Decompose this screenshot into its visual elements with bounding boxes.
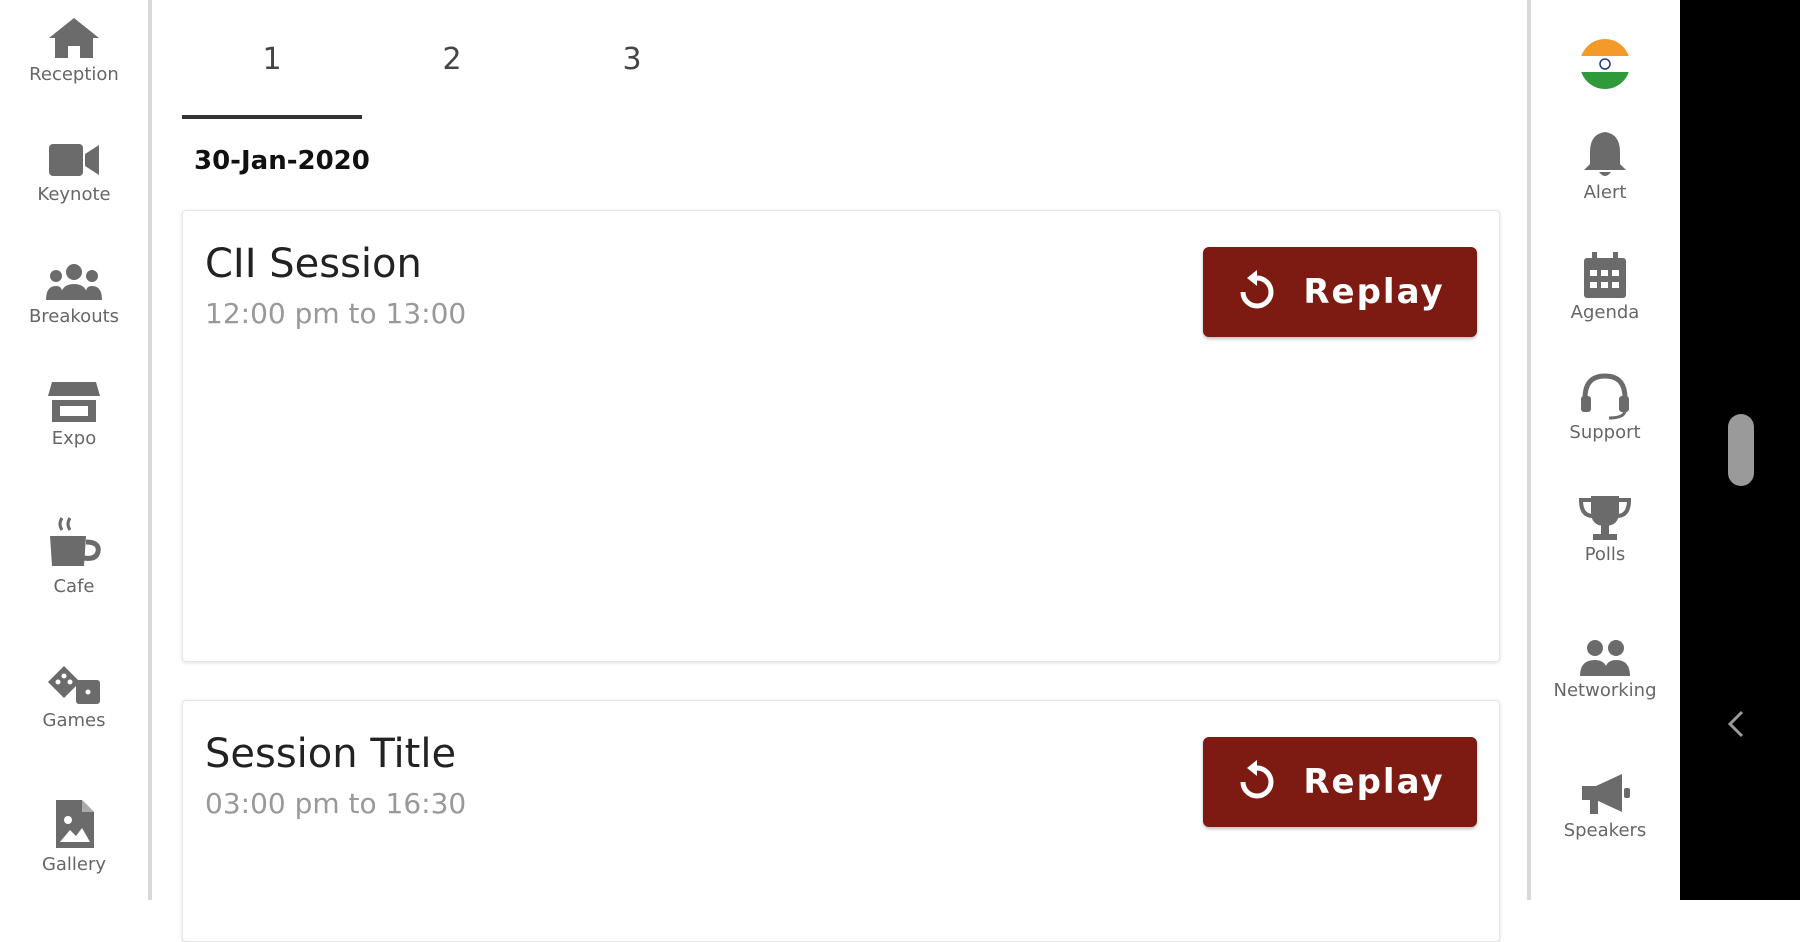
nav-item-breakouts[interactable]: Breakouts	[0, 262, 148, 327]
language-flag[interactable]	[1531, 38, 1679, 90]
tab-day-1[interactable]: 1	[182, 42, 362, 77]
nav-item-gallery[interactable]: Gallery	[0, 798, 148, 875]
dice-icon	[48, 666, 100, 704]
people-icon	[1580, 640, 1630, 676]
nav-label: Breakouts	[28, 306, 120, 327]
session-card: Session Title 03:00 pm to 16:30 Replay	[182, 700, 1500, 942]
chevron-left-icon[interactable]	[1724, 706, 1748, 742]
system-navigation-bar	[1680, 0, 1800, 900]
scroll-handle[interactable]	[1728, 414, 1754, 486]
nav-item-agenda[interactable]: Agenda	[1531, 250, 1679, 323]
right-navigation: Alert Agenda Support Polls Networking Sp…	[1531, 0, 1679, 900]
left-navigation: Reception Keynote Breakouts Expo Cafe Ga…	[0, 0, 148, 900]
nav-label: Speakers	[1563, 820, 1647, 841]
bell-icon	[1584, 132, 1626, 176]
nav-label: Gallery	[41, 854, 107, 875]
nav-item-alert[interactable]: Alert	[1531, 130, 1679, 203]
india-flag-icon	[1580, 39, 1630, 89]
nav-label: Games	[42, 710, 106, 731]
nav-item-cafe[interactable]: Cafe	[0, 516, 148, 597]
replay-button[interactable]: Replay	[1203, 247, 1477, 337]
replay-icon	[1240, 760, 1274, 799]
nav-item-keynote[interactable]: Keynote	[0, 140, 148, 205]
nav-label: Agenda	[1570, 302, 1640, 323]
session-date: 30-Jan-2020	[194, 146, 370, 176]
nav-item-networking[interactable]: Networking	[1531, 638, 1679, 701]
nav-label: Reception	[29, 64, 119, 85]
nav-item-reception[interactable]: Reception	[0, 16, 148, 85]
headset-icon	[1581, 373, 1629, 420]
replay-icon	[1240, 270, 1274, 309]
nav-item-support[interactable]: Support	[1531, 372, 1679, 443]
nav-label: Cafe	[53, 576, 95, 597]
tab-day-2[interactable]: 2	[362, 42, 542, 77]
nav-item-expo[interactable]: Expo	[0, 380, 148, 449]
image-file-icon	[56, 800, 94, 848]
agenda-panel: 1 2 3 30-Jan-2020 CII Session 12:00 pm t…	[152, 0, 1527, 942]
session-card: CII Session 12:00 pm to 13:00 Replay	[182, 210, 1500, 662]
nav-item-speakers[interactable]: Speakers	[1531, 772, 1679, 841]
session-time: 12:00 pm to 13:00	[205, 297, 467, 330]
replay-button[interactable]: Replay	[1203, 737, 1477, 827]
nav-label: Keynote	[37, 184, 111, 205]
nav-item-polls[interactable]: Polls	[1531, 494, 1679, 565]
calendar-icon	[1584, 252, 1626, 298]
tab-day-3[interactable]: 3	[542, 42, 722, 77]
nav-label: Alert	[1583, 182, 1627, 203]
session-time: 03:00 pm to 16:30	[205, 787, 467, 820]
nav-label: Polls	[1584, 544, 1626, 565]
session-title: CII Session	[205, 241, 422, 287]
megaphone-icon	[1582, 774, 1630, 814]
home-icon	[49, 18, 99, 58]
nav-label: Networking	[1553, 680, 1657, 701]
nav-label: Support	[1569, 422, 1641, 443]
active-tab-indicator	[182, 115, 362, 119]
session-title: Session Title	[205, 731, 457, 777]
nav-item-games[interactable]: Games	[0, 664, 148, 731]
store-icon	[48, 382, 100, 422]
nav-label: Expo	[51, 428, 97, 449]
trophy-icon	[1579, 496, 1631, 540]
video-camera-icon	[49, 144, 99, 176]
replay-label: Replay	[1303, 762, 1445, 802]
replay-label: Replay	[1303, 272, 1445, 312]
users-group-icon	[46, 264, 102, 300]
coffee-cup-icon	[50, 517, 101, 566]
